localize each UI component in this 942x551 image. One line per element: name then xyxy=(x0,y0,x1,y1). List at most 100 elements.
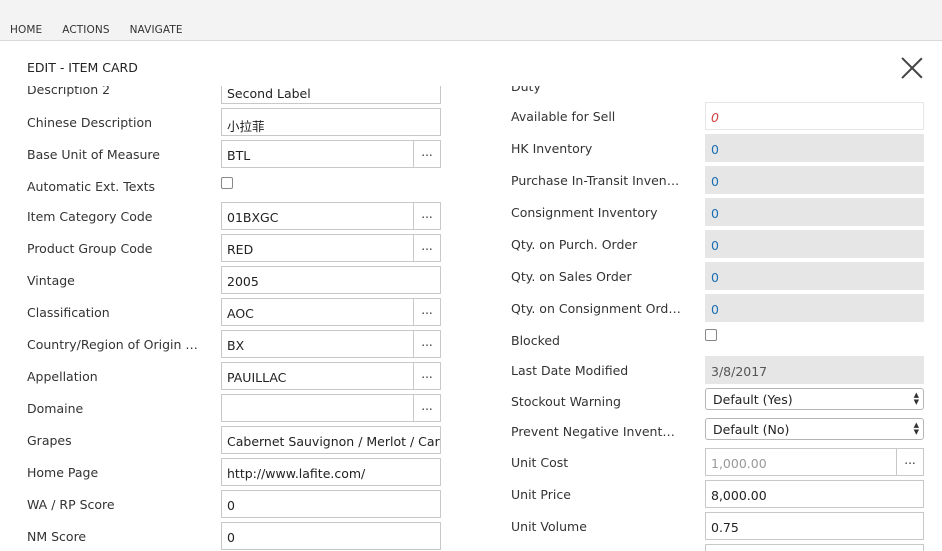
unit-volume-input[interactable]: 0.75 xyxy=(705,512,924,540)
field-label: Vintage xyxy=(27,273,75,288)
field-label: Country/Region of Origin C... xyxy=(27,337,202,352)
field-label: Prevent Negative Inventory xyxy=(511,424,681,439)
country-region-of-origin-input[interactable]: BX xyxy=(221,330,414,358)
ellipsis-icon[interactable]: ... xyxy=(413,298,441,326)
ellipsis-icon[interactable]: ... xyxy=(413,330,441,358)
field-label: Description 2 xyxy=(27,86,111,97)
field-item-category-code: Item Category Code 01BXGC ... xyxy=(0,202,470,234)
field-label: Available for Sell xyxy=(511,109,616,124)
next-field-input[interactable] xyxy=(705,544,924,551)
qty-on-purch-order-value[interactable]: 0 xyxy=(705,230,924,258)
field-unit-cost: Unit Cost 1,000.00 ... xyxy=(470,448,942,480)
classification-input[interactable]: AOC xyxy=(221,298,414,326)
field-blocked: Blocked xyxy=(470,326,942,358)
top-nav: HOME ACTIONS NAVIGATE xyxy=(0,24,193,36)
select-value: Default (No) xyxy=(713,422,790,437)
field-label: Stockout Warning xyxy=(511,394,621,409)
field-base-unit-of-measure: Base Unit of Measure BTL ... xyxy=(0,140,470,172)
nm-score-input[interactable]: 0 xyxy=(221,522,441,550)
field-country-region-of-origin: Country/Region of Origin C... BX ... xyxy=(0,330,470,362)
chinese-description-input[interactable]: 小拉菲 xyxy=(221,108,441,136)
field-qty-on-consignment-order: Qty. on Consignment Order 0 xyxy=(470,294,942,326)
home-page-input[interactable]: http://www.lafite.com/ xyxy=(221,458,441,486)
unit-price-input[interactable]: 8,000.00 xyxy=(705,480,924,508)
unit-cost-input[interactable]: 1,000.00 xyxy=(705,448,898,476)
field-label: Last Date Modified xyxy=(511,363,629,378)
field-label: Qty. on Purch. Order xyxy=(511,237,638,252)
ellipsis-icon[interactable]: ... xyxy=(413,234,441,262)
ellipsis-icon[interactable]: ... xyxy=(413,140,441,168)
field-label: Automatic Ext. Texts xyxy=(27,179,156,194)
field-label: Domaine xyxy=(27,401,84,416)
dialog-title: EDIT - ITEM CARD xyxy=(27,60,138,75)
consignment-inventory-value[interactable]: 0 xyxy=(705,198,924,226)
description-2-input[interactable]: Second Label xyxy=(221,86,441,104)
qty-on-consignment-order-value[interactable]: 0 xyxy=(705,294,924,322)
nav-navigate[interactable]: NAVIGATE xyxy=(120,24,193,36)
field-vintage: Vintage 2005 xyxy=(0,266,470,298)
last-date-modified-value: 3/8/2017 xyxy=(705,356,924,384)
field-wa-rp-score: WA / RP Score 0 xyxy=(0,490,470,522)
field-automatic-ext-texts: Automatic Ext. Texts xyxy=(0,172,470,204)
top-ribbon: HOME ACTIONS NAVIGATE xyxy=(0,0,942,41)
base-unit-of-measure-input[interactable]: BTL xyxy=(221,140,414,168)
field-label: Unit Cost xyxy=(511,455,569,470)
ellipsis-icon[interactable]: ... xyxy=(413,362,441,390)
blocked-checkbox[interactable] xyxy=(705,329,717,341)
available-for-sell-value: 0 xyxy=(705,102,924,130)
field-label: Purchase In-Transit Invent... xyxy=(511,173,681,188)
close-icon[interactable] xyxy=(899,55,925,81)
field-label: Base Unit of Measure xyxy=(27,147,160,162)
nav-actions[interactable]: ACTIONS xyxy=(52,24,119,36)
field-qty-on-purch-order: Qty. on Purch. Order 0 xyxy=(470,230,942,262)
field-label: Qty. on Sales Order xyxy=(511,269,632,284)
vintage-input[interactable]: 2005 xyxy=(221,266,441,294)
purchase-in-transit-inventory-value[interactable]: 0 xyxy=(705,166,924,194)
field-unit-price: Unit Price 8,000.00 xyxy=(470,480,942,512)
stockout-warning-select[interactable]: Default (Yes) ▲ ▼ xyxy=(705,388,924,410)
field-label: Chinese Description xyxy=(27,115,153,130)
appellation-input[interactable]: PAUILLAC xyxy=(221,362,414,390)
field-label: Consignment Inventory xyxy=(511,205,658,220)
hk-inventory-value[interactable]: 0 xyxy=(705,134,924,162)
field-label: Unit Volume xyxy=(511,519,587,534)
field-grapes: Grapes Cabernet Sauvignon / Merlot / Car… xyxy=(0,426,470,458)
domaine-input[interactable] xyxy=(221,394,414,422)
ellipsis-icon[interactable]: ... xyxy=(413,394,441,422)
item-card-form: Description 2 Second Label Chinese Descr… xyxy=(0,86,942,551)
item-category-code-input[interactable]: 01BXGC xyxy=(221,202,414,230)
field-label: Qty. on Consignment Order xyxy=(511,301,681,316)
wa-rp-score-input[interactable]: 0 xyxy=(221,490,441,518)
product-group-code-input[interactable]: RED xyxy=(221,234,414,262)
field-consignment-inventory: Consignment Inventory 0 xyxy=(470,198,942,230)
field-prevent-negative-inventory: Prevent Negative Inventory Default (No) … xyxy=(470,418,942,450)
field-label: NM Score xyxy=(27,529,87,544)
field-label: Unit Price xyxy=(511,487,571,502)
field-last-date-modified: Last Date Modified 3/8/2017 xyxy=(470,356,942,388)
grapes-input[interactable]: Cabernet Sauvignon / Merlot / Carb xyxy=(221,426,441,454)
field-label: Classification xyxy=(27,305,110,320)
field-appellation: Appellation PAUILLAC ... xyxy=(0,362,470,394)
field-label: Grapes xyxy=(27,433,72,448)
field-label: Home Page xyxy=(27,465,99,480)
nav-home[interactable]: HOME xyxy=(0,24,52,36)
field-available-for-sell: Available for Sell 0 xyxy=(470,102,942,134)
field-domaine: Domaine ... xyxy=(0,394,470,426)
field-product-group-code: Product Group Code RED ... xyxy=(0,234,470,266)
field-label: Duty xyxy=(511,86,541,94)
field-label: Product Group Code xyxy=(27,241,153,256)
field-stockout-warning: Stockout Warning Default (Yes) ▲ ▼ xyxy=(470,388,942,420)
updown-arrows-icon: ▲ ▼ xyxy=(913,391,919,406)
field-home-page: Home Page http://www.lafite.com/ xyxy=(0,458,470,490)
field-label: Item Category Code xyxy=(27,209,153,224)
qty-on-sales-order-value[interactable]: 0 xyxy=(705,262,924,290)
field-purchase-in-transit-inventory: Purchase In-Transit Invent... 0 xyxy=(470,166,942,198)
automatic-ext-texts-checkbox[interactable] xyxy=(221,177,233,189)
field-qty-on-sales-order: Qty. on Sales Order 0 xyxy=(470,262,942,294)
field-unit-volume: Unit Volume 0.75 xyxy=(470,512,942,544)
field-label: HK Inventory xyxy=(511,141,593,156)
field-label: WA / RP Score xyxy=(27,497,115,512)
prevent-negative-inventory-select[interactable]: Default (No) ▲ ▼ xyxy=(705,418,924,440)
ellipsis-icon[interactable]: ... xyxy=(413,202,441,230)
ellipsis-icon[interactable]: ... xyxy=(896,448,924,476)
